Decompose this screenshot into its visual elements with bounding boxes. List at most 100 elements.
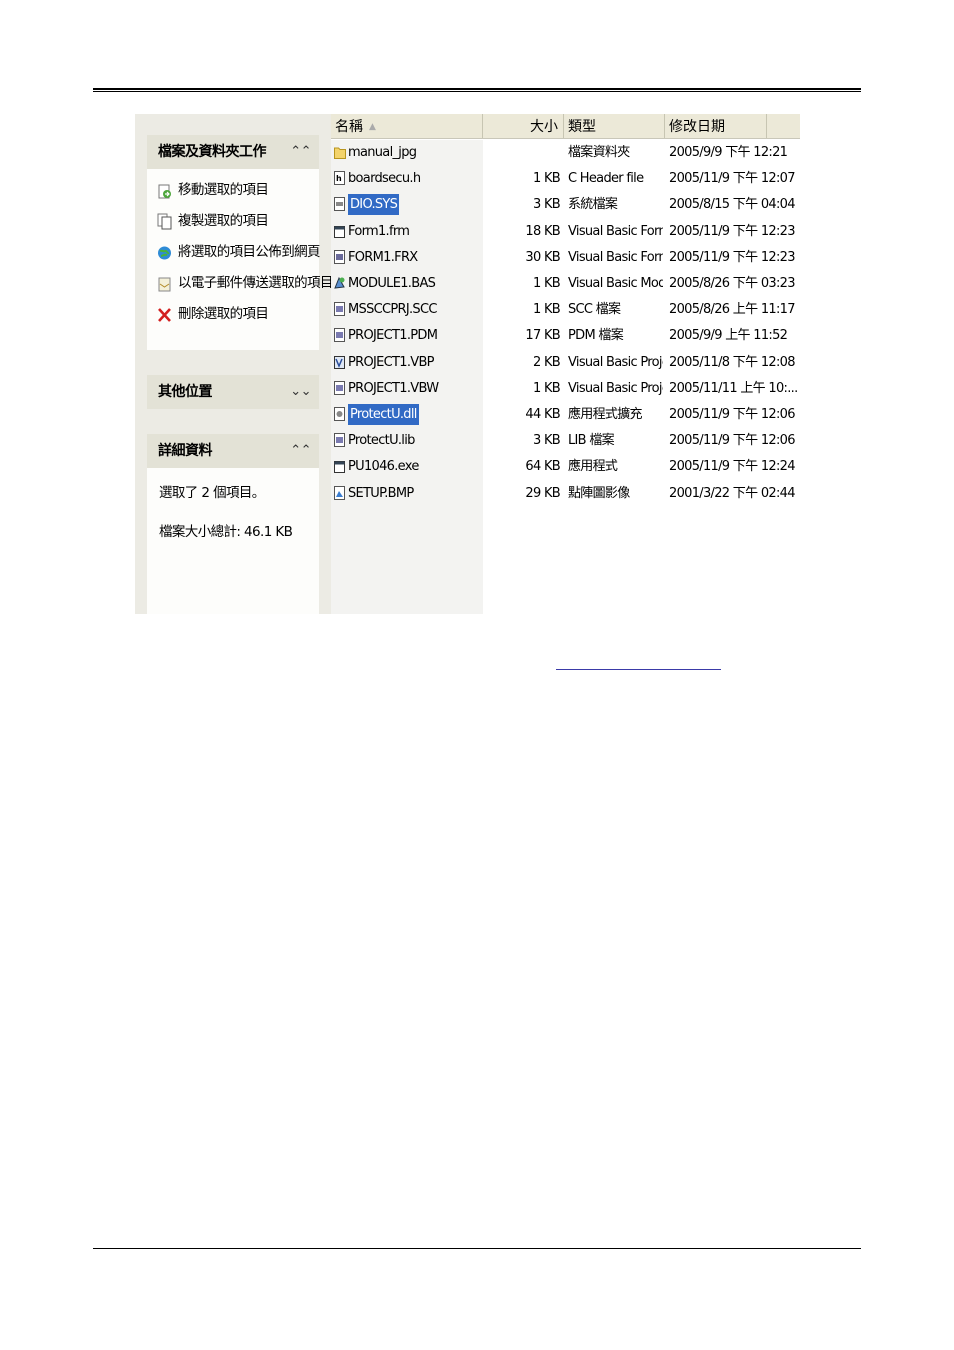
file-size: 29 KB (525, 485, 560, 501)
generic-file-icon (334, 433, 345, 448)
file-name-text: manual_jpg (348, 145, 417, 160)
file-name[interactable]: SETUP.BMP (348, 481, 480, 507)
task-delete-label: 刪除選取的項目 (178, 306, 269, 322)
file-row[interactable]: ProtectU.lib 3 KB LIB 檔案 2005/11/9 下午 12:06 (331, 428, 800, 454)
file-type: SCC 檔案 (568, 302, 621, 318)
file-name[interactable]: PROJECT1.VBP (348, 350, 480, 376)
header-rule (93, 88, 861, 90)
file-name[interactable]: PROJECT1.VBW (348, 376, 480, 402)
other-places-panel: 其他位置 ⌄⌄ (147, 375, 319, 409)
file-size: 17 KB (525, 328, 560, 344)
folder-icon (334, 147, 346, 159)
task-move[interactable]: 移動選取的項目 (147, 175, 319, 206)
file-name[interactable]: PROJECT1.PDM (348, 323, 480, 349)
file-name[interactable]: MSSCCPRJ.SCC (348, 297, 480, 323)
footer-rule (93, 1248, 861, 1249)
file-row[interactable]: DIO.SYS 3 KB 系統檔案 2005/8/15 下午 04:04 (331, 192, 800, 218)
file-tasks-title: 檔案及資料夾工作 (158, 144, 267, 160)
move-icon (158, 184, 171, 199)
column-header-type-label: 類型 (568, 119, 596, 135)
file-row[interactable]: PROJECT1.VBW 1 KB Visual Basic Project ...… (331, 376, 800, 402)
task-move-label: 移動選取的項目 (178, 182, 269, 198)
expand-chevron-icon[interactable]: ⌄⌄ (290, 375, 311, 409)
file-row[interactable]: MODULE1.BAS 1 KB Visual Basic Module 2005/8… (331, 271, 800, 297)
task-publish[interactable]: 將選取的項目公佈到網頁 (147, 237, 321, 268)
other-places-header[interactable]: 其他位置 ⌄⌄ (147, 375, 319, 409)
file-size (483, 140, 560, 166)
file-modified-date: 2005/11/8 下午 12:08 (669, 354, 795, 370)
explorer-window: 檔案及資料夾工作 ⌃⌃ 移動選取的項目 複製選取的項目 將選取的項目公佈到網頁 … (134, 114, 800, 614)
file-modified-date: 2005/11/9 下午 12:24 (669, 459, 795, 475)
file-modified-date: 2005/11/9 下午 12:23 (669, 223, 795, 239)
file-type: Visual Basic Form File (568, 223, 663, 239)
file-type: 系統檔案 (568, 197, 618, 213)
binary-file-icon (334, 249, 345, 264)
file-type: Visual Basic Project ... (568, 380, 663, 396)
details-title: 詳細資料 (158, 443, 213, 459)
collapse-chevron-icon[interactable]: ⌃⌃ (290, 434, 311, 468)
file-size: 64 KB (525, 459, 560, 475)
generic-file-icon (334, 380, 345, 395)
file-size: 1 KB (532, 276, 560, 291)
file-row[interactable]: ProtectU.dll 44 KB 應用程式擴充 2005/11/9 下午 12:0… (331, 402, 800, 428)
file-name[interactable]: ProtectU.dll (348, 402, 480, 428)
file-row[interactable]: h boardsecu.h 1 KB C Header file 2005/11/9 下… (331, 166, 800, 192)
column-header-date-label: 修改日期 (669, 119, 725, 135)
other-places-title: 其他位置 (158, 384, 213, 400)
file-row[interactable]: FORM1.FRX 30 KB Visual Basic Form Bi... 200… (331, 245, 800, 271)
details-header[interactable]: 詳細資料 ⌃⌃ (147, 434, 319, 468)
file-name[interactable]: Form1.frm (348, 219, 480, 245)
file-name[interactable]: PU1046.exe (348, 454, 480, 480)
file-name[interactable]: DIO.SYS (348, 192, 480, 218)
file-modified-date: 2005/11/9 下午 12:07 (669, 171, 795, 187)
file-size: 3 KB (532, 433, 560, 449)
task-email-label: 以電子郵件傳送選取的項目 (178, 275, 333, 291)
column-header-date[interactable]: 修改日期 (665, 114, 767, 138)
file-name-text: FORM1.FRX (348, 249, 418, 265)
task-copy[interactable]: 複製選取的項目 (147, 206, 319, 237)
file-name-text: Form1.frm (348, 223, 410, 239)
file-name[interactable]: manual_jpg (348, 140, 480, 166)
column-header-size-label: 大小 (530, 119, 558, 135)
file-name[interactable]: boardsecu.h (348, 166, 480, 192)
file-modified-date: 2005/9/9 上午 11:52 (669, 328, 788, 344)
sort-ascending-icon: ▲ (369, 122, 376, 132)
column-header-size[interactable]: 大小 (483, 114, 564, 138)
file-name[interactable]: FORM1.FRX (348, 245, 480, 271)
generic-file-icon (334, 328, 345, 343)
column-header-name[interactable]: 名稱 ▲ (331, 114, 483, 138)
task-email[interactable]: 以電子郵件傳送選取的項目 (147, 268, 333, 299)
file-name[interactable]: MODULE1.BAS (348, 271, 480, 297)
file-tasks-header[interactable]: 檔案及資料夾工作 ⌃⌃ (147, 135, 319, 169)
file-size: 3 KB (532, 197, 560, 213)
column-header-type[interactable]: 類型 (564, 114, 665, 138)
file-tasks-panel: 檔案及資料夾工作 ⌃⌃ 移動選取的項目 複製選取的項目 將選取的項目公佈到網頁 … (147, 135, 333, 350)
task-pane: 檔案及資料夾工作 ⌃⌃ 移動選取的項目 複製選取的項目 將選取的項目公佈到網頁 … (135, 114, 333, 614)
file-type: Visual Basic Module (568, 276, 663, 291)
file-name[interactable]: ProtectU.lib (348, 428, 480, 454)
task-copy-label: 複製選取的項目 (178, 213, 269, 229)
file-modified-date: 2005/11/11 上午 10:... (669, 380, 798, 396)
copy-icon (157, 213, 172, 230)
file-name-text: PROJECT1.PDM (348, 328, 438, 344)
file-size: 30 KB (525, 249, 560, 265)
file-row[interactable]: Form1.frm 18 KB Visual Basic Form File 2005… (331, 219, 800, 245)
system-file-icon (334, 197, 345, 212)
file-type: Visual Basic Form Bi... (568, 249, 663, 265)
task-delete[interactable]: 刪除選取的項目 (147, 299, 319, 330)
hyperlink-underline[interactable] (556, 669, 721, 670)
email-icon (158, 277, 171, 292)
collapse-chevron-icon[interactable]: ⌃⌃ (290, 135, 311, 169)
file-modified-date: 2005/11/9 下午 12:06 (669, 433, 795, 449)
file-row[interactable]: PROJECT1.PDM 17 KB PDM 檔案 2005/9/9 上午 11:52 (331, 323, 800, 349)
file-row[interactable]: PU1046.exe 64 KB 應用程式 2005/11/9 下午 12:24 (331, 454, 800, 480)
header-file-icon: h (334, 171, 345, 186)
column-header-filler (767, 114, 800, 138)
file-size: 1 KB (532, 380, 560, 396)
file-row[interactable]: SETUP.BMP 29 KB 點陣圖影像 2001/3/22 下午 02:44 (331, 481, 800, 507)
file-row[interactable]: MSSCCPRJ.SCC 1 KB SCC 檔案 2005/8/26 上午 11:17 (331, 297, 800, 323)
file-row[interactable]: manual_jpg 檔案資料夾 2005/9/9 下午 12:21 (331, 140, 800, 166)
file-type: 應用程式擴充 (568, 407, 643, 422)
file-size: 2 KB (532, 354, 560, 370)
file-row[interactable]: PROJECT1.VBP 2 KB Visual Basic Project 2005… (331, 350, 800, 376)
